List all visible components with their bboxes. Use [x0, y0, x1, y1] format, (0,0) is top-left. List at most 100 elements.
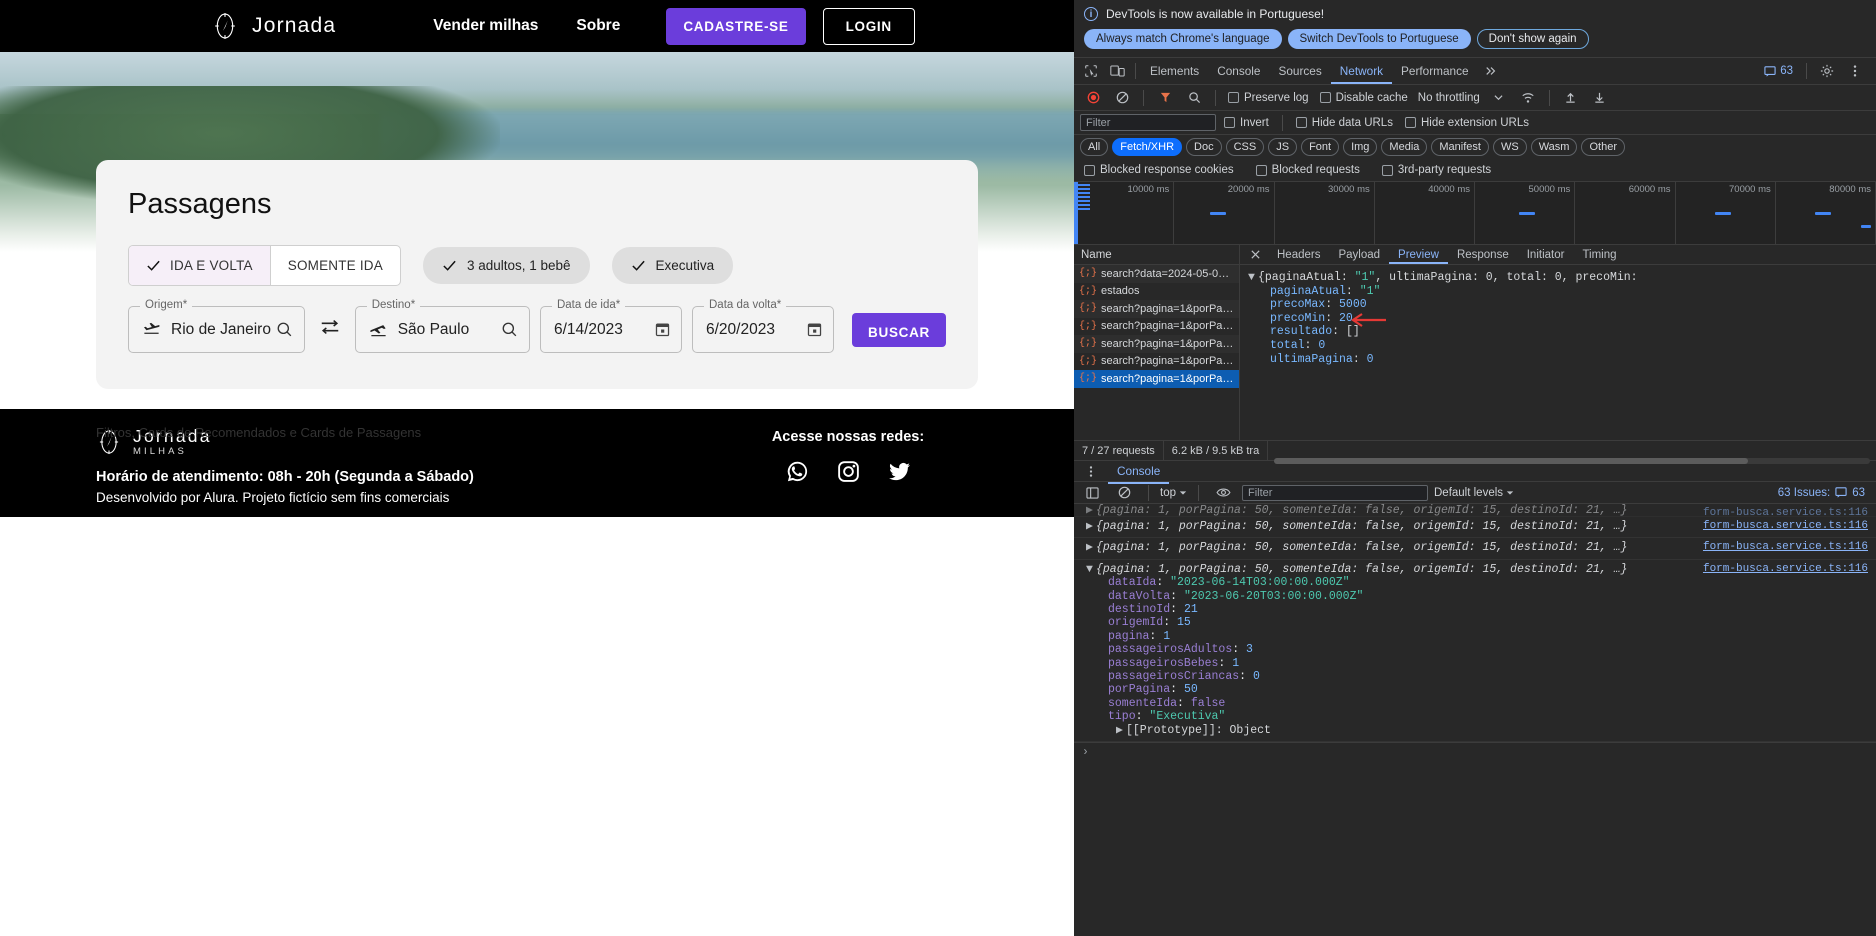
tab-console[interactable]: Console [1208, 58, 1269, 84]
detail-tab-payload[interactable]: Payload [1329, 245, 1389, 264]
data-ida-field[interactable]: Data de ida* 6/14/2023 [539, 299, 682, 353]
type-filter-all[interactable]: All [1080, 138, 1109, 156]
detail-tab-timing[interactable]: Timing [1573, 245, 1625, 264]
console-levels-dropdown[interactable]: Default levels [1434, 487, 1514, 499]
twitter-icon[interactable] [887, 459, 912, 484]
tab-elements[interactable]: Elements [1141, 58, 1208, 84]
type-filter-css[interactable]: CSS [1225, 138, 1265, 156]
table-row[interactable]: {;} search?pagina=1&porPagina=… [1074, 300, 1239, 318]
chip-class[interactable]: Executiva [611, 247, 734, 284]
console-message-source[interactable]: form-busca.service.ts:116 [1703, 520, 1868, 533]
table-row[interactable]: {;} search?pagina=1&porPagina=… [1074, 370, 1239, 388]
throttling-dropdown[interactable]: No throttling [1415, 92, 1483, 104]
network-conditions-icon[interactable] [1515, 86, 1541, 110]
whatsapp-icon[interactable] [785, 459, 810, 484]
chip-passengers[interactable]: 3 adultos, 1 bebê [422, 247, 590, 284]
third-party-requests-checkbox[interactable]: 3rd-party requests [1378, 164, 1495, 176]
table-row[interactable]: {;} search?data=2024-05-08T15:3… [1074, 265, 1239, 283]
hide-data-urls-checkbox[interactable]: Hide data URLs [1292, 117, 1397, 129]
funnel-icon[interactable] [1152, 86, 1178, 110]
preserve-log-checkbox[interactable]: Preserve log [1224, 92, 1313, 104]
type-filter-js[interactable]: JS [1268, 138, 1298, 156]
expand-triangle-icon[interactable]: ▶ [1086, 504, 1096, 516]
chevron-down-icon[interactable] [1486, 86, 1512, 110]
login-button[interactable]: LOGIN [822, 7, 915, 45]
detail-tab-initiator[interactable]: Initiator [1518, 245, 1574, 264]
signup-button[interactable]: CADASTRE-SE [666, 7, 806, 45]
record-icon[interactable] [1080, 86, 1106, 110]
gear-icon[interactable] [1814, 59, 1840, 83]
type-filter-media[interactable]: Media [1381, 138, 1428, 156]
type-filter-wasm[interactable]: Wasm [1530, 138, 1578, 156]
console-message[interactable]: ▶ {pagina: 1, porPagina: 50, somenteIda: … [1074, 517, 1876, 539]
type-filter-font[interactable]: Font [1301, 138, 1340, 156]
detail-tab-response[interactable]: Response [1448, 245, 1518, 264]
network-filter-input[interactable]: Filter [1080, 114, 1216, 131]
import-har-icon[interactable] [1558, 86, 1584, 110]
detail-tab-headers[interactable]: Headers [1268, 245, 1329, 264]
expand-triangle-icon[interactable]: ▼ [1248, 271, 1258, 285]
expand-triangle-icon[interactable]: ▼ [1086, 563, 1096, 576]
swap-origin-destination-button[interactable] [315, 316, 345, 343]
export-har-icon[interactable] [1587, 86, 1613, 110]
network-overview-timeline[interactable]: 10000 ms 20000 ms 30000 ms 40000 ms 5000… [1074, 182, 1876, 245]
search-icon[interactable] [275, 320, 294, 339]
table-row[interactable]: {;} estados [1074, 283, 1239, 301]
dont-show-again-button[interactable]: Don't show again [1476, 29, 1589, 49]
console-message-source[interactable]: form-busca.service.ts:116 [1703, 541, 1868, 554]
more-vertical-icon[interactable] [1078, 459, 1104, 483]
hide-extension-urls-checkbox[interactable]: Hide extension URLs [1401, 117, 1533, 129]
console-message[interactable]: ▶ {pagina: 1, porPagina: 50, somenteIda: … [1074, 538, 1876, 560]
tab-performance[interactable]: Performance [1392, 58, 1478, 84]
always-match-language-button[interactable]: Always match Chrome's language [1084, 29, 1282, 49]
toggle-ida-e-volta[interactable]: IDA E VOLTA [129, 246, 270, 285]
buscar-button[interactable]: BUSCAR [852, 312, 946, 347]
type-filter-img[interactable]: Img [1343, 138, 1378, 156]
brand[interactable]: Jornada [211, 12, 336, 40]
detail-tab-preview[interactable]: Preview [1389, 245, 1448, 264]
tab-sources[interactable]: Sources [1269, 58, 1330, 84]
sidebar-icon[interactable] [1079, 481, 1105, 505]
console-message-source[interactable]: form-busca.service.ts:116 [1703, 563, 1868, 576]
console-message-source[interactable]: form-busca.service.ts:116 [1703, 507, 1868, 516]
origem-field[interactable]: Origem* Rio de Janeiro [128, 299, 305, 353]
console-filter-input[interactable]: Filter [1242, 484, 1428, 501]
type-filter-fetch-xhr[interactable]: Fetch/XHR [1112, 138, 1183, 156]
type-filter-ws[interactable]: WS [1492, 138, 1527, 156]
toggle-somente-ida[interactable]: SOMENTE IDA [269, 246, 400, 285]
table-row[interactable]: {;} search?pagina=1&porPagina=… [1074, 335, 1239, 353]
type-filter-other[interactable]: Other [1581, 138, 1625, 156]
data-volta-field[interactable]: Data da volta* 6/20/2023 [692, 299, 835, 353]
console-input-prompt[interactable]: › [1074, 742, 1876, 762]
scrollbar-thumb[interactable] [1274, 457, 1749, 464]
issues-counter[interactable]: 63 [1758, 65, 1799, 77]
console-message[interactable]: ▼ {pagina: 1, porPagina: 50, somenteIda: … [1074, 560, 1876, 743]
search-icon[interactable] [500, 320, 519, 339]
type-filter-manifest[interactable]: Manifest [1431, 138, 1489, 156]
clear-console-icon[interactable] [1111, 481, 1137, 505]
more-vertical-icon[interactable] [1842, 59, 1868, 83]
table-row[interactable]: {;} search?pagina=1&porPagina=… [1074, 318, 1239, 336]
close-icon[interactable] [1242, 243, 1268, 267]
inspect-element-icon[interactable] [1078, 59, 1104, 83]
destino-field[interactable]: Destino* São Paulo [354, 299, 530, 353]
console-context-selector[interactable]: top [1160, 487, 1187, 499]
device-toolbar-icon[interactable] [1104, 59, 1130, 83]
console-issues-link[interactable]: 63 Issues: 63 [1778, 487, 1871, 499]
expand-triangle-icon[interactable]: ▶ [1086, 541, 1096, 554]
blocked-requests-checkbox[interactable]: Blocked requests [1252, 164, 1364, 176]
clear-icon[interactable] [1109, 86, 1135, 110]
table-row[interactable]: {;} search?pagina=1&porPagina=… [1074, 353, 1239, 371]
nav-link-vender-milhas[interactable]: Vender milhas [433, 17, 538, 35]
blocked-response-cookies-checkbox[interactable]: Blocked response cookies [1080, 164, 1238, 176]
expand-triangle-icon[interactable]: ▶ [1116, 724, 1126, 737]
json-summary-row[interactable]: ▼ {paginaAtual: "1", ultimaPagina: 0, tot… [1248, 271, 1876, 285]
tab-network[interactable]: Network [1331, 58, 1392, 84]
live-expression-icon[interactable] [1210, 481, 1236, 505]
invert-checkbox[interactable]: Invert [1220, 117, 1273, 129]
search-icon[interactable] [1181, 86, 1207, 110]
console-object-prototype[interactable]: ▶ [[Prototype]]: Object [1086, 724, 1870, 737]
switch-to-portuguese-button[interactable]: Switch DevTools to Portuguese [1287, 29, 1471, 49]
calendar-icon[interactable] [654, 321, 671, 338]
expand-triangle-icon[interactable]: ▶ [1086, 520, 1096, 533]
